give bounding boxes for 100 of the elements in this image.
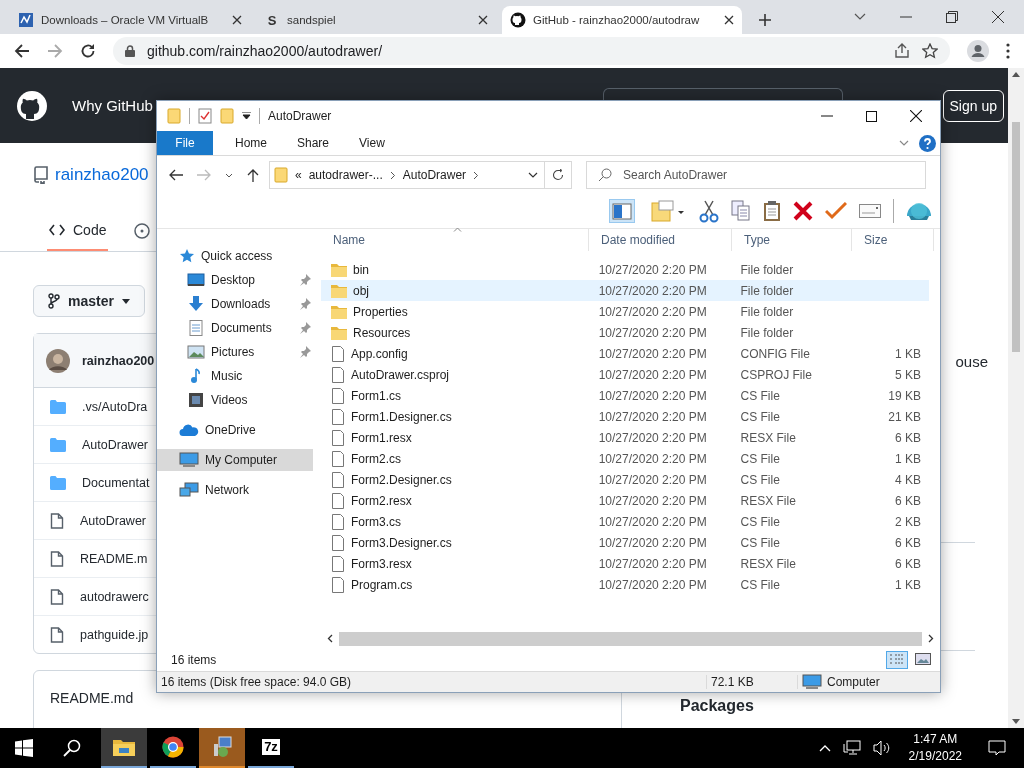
profile-avatar-icon[interactable] bbox=[967, 40, 989, 62]
volume-icon[interactable] bbox=[872, 740, 891, 756]
repository-owner-link[interactable]: rainzhao200 bbox=[55, 165, 149, 185]
globe-icon[interactable] bbox=[906, 200, 932, 222]
file-row[interactable]: Form3.resx 10/27/2020 2:20 PM RESX File 6 KB bbox=[321, 553, 929, 574]
scroll-up-icon[interactable] bbox=[1012, 72, 1020, 77]
back-icon[interactable] bbox=[14, 43, 30, 59]
checkmark-icon[interactable] bbox=[825, 202, 847, 220]
column-header[interactable]: Type bbox=[732, 229, 852, 251]
preview-pane-button[interactable] bbox=[609, 199, 635, 223]
properties-icon[interactable] bbox=[198, 108, 212, 124]
scissors-icon[interactable] bbox=[699, 199, 719, 223]
close-icon[interactable] bbox=[478, 15, 488, 25]
navigation-item[interactable]: My Computer bbox=[157, 449, 313, 471]
recent-locations-icon[interactable] bbox=[225, 172, 233, 178]
close-icon[interactable] bbox=[232, 15, 242, 25]
file-row[interactable]: Form1.resx 10/27/2020 2:20 PM RESX File 6 KB bbox=[321, 427, 929, 448]
navigation-item[interactable]: Downloads bbox=[157, 293, 313, 315]
copy-icon[interactable] bbox=[731, 200, 751, 222]
browser-tab[interactable]: GitHub - rainzhao2000/autodraw bbox=[502, 6, 742, 34]
dropdown-icon[interactable] bbox=[242, 112, 251, 120]
navigation-item[interactable]: Network bbox=[157, 479, 313, 501]
clock[interactable]: 1:47 AM 2/19/2022 bbox=[908, 731, 962, 765]
browser-tab[interactable]: Downloads – Oracle VM VirtualB bbox=[10, 6, 250, 34]
file-link[interactable]: .vs/AutoDra bbox=[82, 399, 148, 414]
issues-icon[interactable] bbox=[134, 223, 151, 239]
new-tab-icon[interactable] bbox=[758, 13, 772, 27]
network-icon[interactable] bbox=[842, 740, 861, 756]
help-icon[interactable] bbox=[919, 134, 936, 152]
file-row[interactable]: Form2.resx 10/27/2020 2:20 PM RESX File 6 KB bbox=[321, 490, 929, 511]
chevron-right-icon[interactable] bbox=[473, 170, 480, 180]
notification-icon[interactable] bbox=[988, 740, 1006, 756]
file-row[interactable]: Form3.Designer.cs 10/27/2020 2:20 PM CS File 6 KB bbox=[321, 532, 929, 553]
close-icon[interactable] bbox=[992, 11, 1004, 23]
share-icon[interactable] bbox=[894, 43, 910, 59]
nav-link[interactable]: Why GitHub bbox=[72, 97, 153, 114]
clipboard-icon[interactable] bbox=[763, 200, 781, 222]
file-row[interactable]: Form1.cs 10/27/2020 2:20 PM CS File 19 KB bbox=[321, 385, 929, 406]
search-icon[interactable] bbox=[63, 739, 81, 757]
pin-icon[interactable] bbox=[299, 274, 311, 286]
navigation-item[interactable]: Quick access bbox=[157, 245, 313, 267]
pin-icon[interactable] bbox=[299, 322, 311, 334]
column-header[interactable]: Date modified bbox=[589, 229, 732, 251]
restore-icon[interactable] bbox=[946, 11, 958, 23]
delete-icon[interactable] bbox=[793, 201, 813, 221]
file-row[interactable]: Resources 10/27/2020 2:20 PM File folder bbox=[321, 322, 929, 343]
scroll-left-icon[interactable] bbox=[327, 634, 333, 643]
close-icon[interactable] bbox=[724, 15, 734, 25]
file-row[interactable]: Form2.Designer.cs 10/27/2020 2:20 PM CS File 4 KB bbox=[321, 469, 929, 490]
menu-icon[interactable] bbox=[1006, 43, 1010, 59]
navigation-item[interactable]: Desktop bbox=[157, 269, 313, 291]
taskbar-app[interactable]: 7z bbox=[248, 728, 294, 768]
column-header[interactable]: Size bbox=[852, 229, 934, 251]
file-row[interactable]: Form3.cs 10/27/2020 2:20 PM CS File 2 KB bbox=[321, 511, 929, 532]
file-row[interactable]: AutoDrawer.csproj 10/27/2020 2:20 PM CSPROJ File 5 KB bbox=[321, 364, 929, 385]
file-row[interactable]: Form1.Designer.cs 10/27/2020 2:20 PM CS File 21 KB bbox=[321, 406, 929, 427]
file-link[interactable]: README.m bbox=[80, 551, 148, 566]
tab-search-icon[interactable] bbox=[854, 13, 866, 21]
commit-author[interactable]: rainzhao200 bbox=[82, 353, 155, 368]
scroll-down-icon[interactable] bbox=[1012, 719, 1020, 724]
file-link[interactable]: autodrawerc bbox=[80, 589, 149, 604]
column-header[interactable]: Name bbox=[321, 229, 589, 251]
file-row[interactable]: bin 10/27/2020 2:20 PM File folder bbox=[321, 259, 929, 280]
rename-icon[interactable] bbox=[859, 204, 881, 218]
navigation-item[interactable]: OneDrive bbox=[157, 419, 313, 441]
file-link[interactable]: AutoDrawer bbox=[82, 437, 148, 452]
url-field[interactable]: github.com/rainzhao2000/autodrawer/ bbox=[113, 37, 950, 65]
browser-tab[interactable]: S sandspiel bbox=[256, 6, 496, 34]
start-icon[interactable] bbox=[15, 739, 33, 757]
navigation-item[interactable]: Documents bbox=[157, 317, 313, 339]
ribbon-tab[interactable]: Share bbox=[289, 136, 338, 150]
chevron-up-icon[interactable] bbox=[818, 744, 831, 752]
dropdown-icon[interactable] bbox=[528, 172, 538, 178]
ribbon-tab[interactable]: View bbox=[351, 136, 393, 150]
navigation-item[interactable]: Pictures bbox=[157, 341, 313, 363]
ribbon-tab[interactable]: Home bbox=[227, 136, 275, 150]
code-tab[interactable]: Code bbox=[47, 211, 109, 251]
close-icon[interactable] bbox=[910, 110, 922, 122]
github-logo-icon[interactable] bbox=[16, 89, 48, 122]
file-row[interactable]: Properties 10/27/2020 2:20 PM File folder bbox=[321, 301, 929, 322]
up-icon[interactable] bbox=[247, 168, 259, 182]
pin-icon[interactable] bbox=[299, 298, 311, 310]
maximize-icon[interactable] bbox=[866, 110, 877, 122]
file-row[interactable]: Form2.cs 10/27/2020 2:20 PM CS File 1 KB bbox=[321, 448, 929, 469]
sign-up-button[interactable]: Sign up bbox=[942, 89, 1004, 122]
address-field[interactable]: « autodrawer-... AutoDrawer bbox=[269, 161, 545, 189]
back-icon[interactable] bbox=[169, 169, 183, 181]
file-row[interactable]: Program.cs 10/27/2020 2:20 PM CS File 1 KB bbox=[321, 574, 929, 595]
chevron-right-icon[interactable] bbox=[389, 170, 396, 180]
scrollbar-thumb[interactable] bbox=[339, 631, 922, 646]
navigation-item[interactable]: Videos bbox=[157, 389, 313, 411]
scrollbar[interactable] bbox=[1008, 68, 1024, 728]
file-link[interactable]: AutoDrawer bbox=[80, 513, 146, 528]
file-link[interactable]: Documentat bbox=[82, 475, 150, 490]
reload-icon[interactable] bbox=[80, 43, 96, 59]
navigation-item[interactable]: Music bbox=[157, 365, 313, 387]
scroll-right-icon[interactable] bbox=[928, 634, 934, 643]
file-link[interactable]: pathguide.jp bbox=[80, 627, 149, 642]
taskbar-app[interactable] bbox=[101, 728, 147, 768]
expand-ribbon-icon[interactable] bbox=[899, 140, 909, 146]
